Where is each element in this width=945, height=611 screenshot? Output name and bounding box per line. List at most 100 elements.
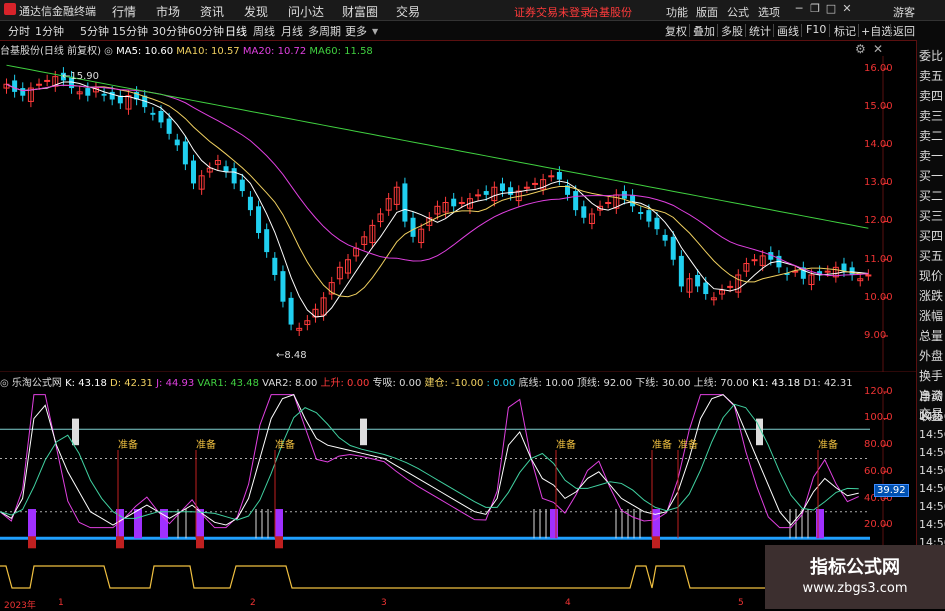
guest-label[interactable]: 游客 — [893, 4, 915, 20]
separator — [773, 24, 774, 37]
candle-down — [670, 236, 676, 260]
candle-down — [12, 80, 18, 92]
period-30min[interactable]: 30分钟 — [152, 23, 188, 39]
top-signal-bar — [72, 418, 79, 446]
y-tick: 14.00 — [864, 139, 893, 150]
j-line — [0, 394, 859, 529]
separator — [829, 24, 830, 37]
accumulation-bar — [275, 509, 283, 539]
signal-label: 准备 — [652, 438, 672, 451]
biaoji-button[interactable]: 标记 — [834, 23, 856, 39]
maximize-icon[interactable]: □ — [824, 2, 838, 16]
period-fenshi[interactable]: 分时 — [8, 23, 30, 39]
candle-up — [548, 175, 555, 178]
quote-field-label: 买四 — [919, 229, 944, 243]
menu-xuanxiang[interactable]: 选项 — [758, 4, 780, 20]
period-15min[interactable]: 15分钟 — [112, 23, 148, 39]
candle-down — [239, 179, 245, 192]
fuquan-button[interactable]: 复权 — [665, 23, 687, 39]
period-60min[interactable]: 60分钟 — [188, 23, 224, 39]
quote-field-label: 现价 — [919, 269, 944, 283]
watermark-title: 指标公式网 — [810, 557, 900, 578]
minimize-icon[interactable]: ─ — [792, 2, 806, 16]
auto-label[interactable]: 自动 — [919, 387, 943, 404]
candle-down — [174, 139, 180, 146]
candle-down — [101, 93, 107, 96]
menu-gongneng[interactable]: 功能 — [666, 4, 688, 20]
duogu-button[interactable]: 多股 — [721, 23, 743, 39]
period-weekly[interactable]: 周线 — [253, 23, 275, 39]
period-daily[interactable]: 日线 — [225, 23, 247, 39]
menu-faxian[interactable]: 发现 — [244, 3, 268, 20]
candle-down — [166, 118, 172, 134]
candle-down — [264, 229, 270, 253]
chart-close-icon[interactable]: ✕ — [873, 42, 883, 56]
candle-down — [272, 257, 278, 275]
candle-down — [703, 282, 709, 295]
app-logo-icon — [4, 3, 16, 15]
candle-up — [824, 270, 831, 273]
chart-settings-icon[interactable]: ⚙ — [855, 42, 866, 56]
indicator-legend: ◎ 乐淘公式网 K: 43.18 D: 42.31 J: 44.93 VAR1:… — [0, 374, 853, 389]
candle-down — [191, 160, 197, 184]
tick-time: 14:56 — [919, 464, 945, 477]
signal-label: 准备 — [818, 438, 838, 451]
period-1min[interactable]: 1分钟 — [35, 23, 64, 39]
menu-hangqing[interactable]: 行情 — [112, 3, 136, 20]
add-watchlist-button[interactable]: +自选 — [861, 23, 892, 39]
quote-field-label: 买二 — [919, 189, 944, 203]
quote-field-label: 总量 — [919, 329, 944, 343]
sub-y-tick: 20.00 — [864, 519, 893, 530]
sub-y-tick: 60.00 — [864, 466, 893, 477]
chevron-down-icon[interactable]: ▼ — [372, 27, 378, 36]
menu-shichang[interactable]: 市场 — [156, 3, 180, 20]
quote-field-label: 卖三 — [919, 109, 944, 123]
menu-zixun[interactable]: 资讯 — [200, 3, 224, 20]
f10-button[interactable]: F10 — [806, 23, 826, 36]
candle-down — [288, 297, 294, 325]
sub-y-tick: 100.0 — [864, 412, 893, 423]
x-tick: 5 — [738, 598, 744, 608]
candlestick-chart[interactable] — [0, 56, 917, 372]
tongji-button[interactable]: 统计 — [749, 23, 771, 39]
quote-field-label: 涨跌 — [919, 289, 944, 303]
accumulation-bar — [134, 509, 142, 539]
y-tick: 16.00 — [864, 63, 893, 74]
menu-caifuquan[interactable]: 财富圈 — [342, 3, 378, 20]
candle-down — [280, 271, 286, 302]
candle-up — [532, 182, 539, 185]
period-monthly[interactable]: 月线 — [281, 23, 303, 39]
signal-bar-red — [652, 536, 660, 549]
x-tick: 2 — [250, 598, 256, 608]
candle-down — [556, 171, 562, 180]
current-value-badge: 39.92 — [874, 484, 909, 497]
close-icon[interactable]: ✕ — [840, 2, 854, 16]
candle-down — [158, 110, 164, 123]
huaxian-button[interactable]: 画线 — [777, 23, 799, 39]
separator — [890, 24, 891, 37]
candle-up — [523, 186, 530, 189]
separator — [717, 24, 718, 37]
login-notice[interactable]: 证券交易未登录 — [514, 4, 591, 20]
menu-banmian[interactable]: 版面 — [696, 4, 718, 20]
signal-bar-red — [28, 536, 36, 549]
period-more[interactable]: 更多 — [345, 23, 367, 39]
high-marker: ←15.90 — [62, 71, 100, 82]
candle-down — [662, 234, 668, 241]
candle-down — [638, 212, 644, 214]
menu-wenxiaoda[interactable]: 问小达 — [288, 3, 324, 20]
candle-down — [247, 196, 253, 211]
back-button[interactable]: 返回 — [893, 23, 915, 39]
candle-down — [581, 206, 587, 218]
period-multi[interactable]: 多周期 — [308, 23, 341, 39]
restore-icon[interactable]: ❐ — [808, 2, 822, 16]
candle-up — [605, 202, 612, 204]
menu-jiaoyi[interactable]: 交易 — [396, 3, 420, 20]
period-5min[interactable]: 5分钟 — [80, 23, 109, 39]
diejia-button[interactable]: 叠加 — [693, 23, 715, 39]
accumulation-bar — [550, 509, 558, 539]
candle-up — [865, 274, 872, 277]
d-line — [0, 403, 859, 521]
menu-gongshi[interactable]: 公式 — [727, 4, 749, 20]
candle-down — [410, 217, 416, 237]
